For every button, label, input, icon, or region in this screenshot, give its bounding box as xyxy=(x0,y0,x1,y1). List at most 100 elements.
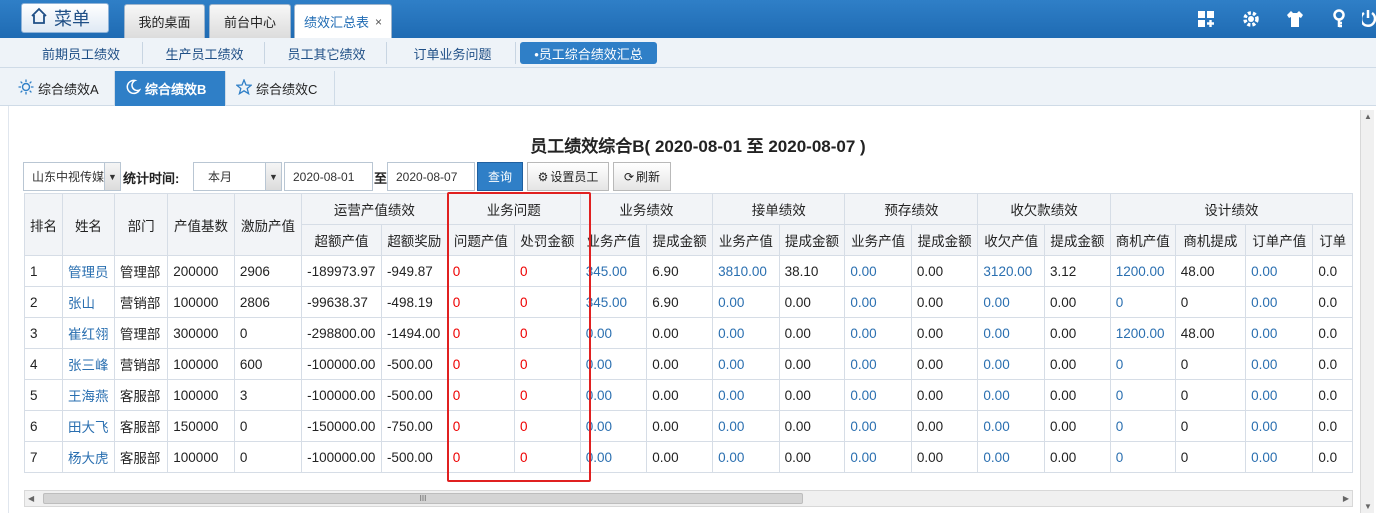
col-header[interactable]: 提成金额 xyxy=(1043,224,1111,256)
table-cell[interactable]: 0 xyxy=(1109,379,1176,411)
tab-comprehensive-b[interactable]: 综合绩效B xyxy=(115,71,226,106)
col-header[interactable]: 商机产值 xyxy=(1109,224,1176,256)
table-cell: 0.00 xyxy=(910,410,979,442)
table-cell[interactable]: 0.00 xyxy=(977,317,1045,349)
table-cell[interactable]: 0 xyxy=(1109,286,1176,318)
table-cell[interactable]: 0.00 xyxy=(1245,286,1314,318)
col-header[interactable]: 超额产值 xyxy=(301,224,382,256)
col-header[interactable]: 商机提成 xyxy=(1174,224,1247,256)
table-cell: 0.00 xyxy=(910,286,979,318)
table-cell[interactable]: 0.00 xyxy=(844,348,912,380)
horizontal-scrollbar[interactable]: ◀ III ▶ xyxy=(24,490,1353,507)
scroll-right-icon[interactable]: ▶ xyxy=(1343,494,1349,503)
table-row[interactable]: 7 杨大虎 客服部 100000 0 -100000.00 -500.00 0 0 0.00 0.0… xyxy=(24,441,1353,473)
col-header[interactable]: 收欠产值 xyxy=(977,224,1045,256)
col-header[interactable]: 部门 xyxy=(113,193,169,256)
table-cell: -298800.00 xyxy=(301,317,382,349)
table-cell: 0.00 xyxy=(1043,410,1111,442)
subnav-item-order-issues[interactable]: 订单业务问题 xyxy=(390,42,516,64)
table-cell[interactable]: 0.00 xyxy=(844,255,912,287)
gear-icon[interactable] xyxy=(1240,8,1262,30)
menu-button[interactable]: 菜单 xyxy=(21,3,109,33)
table-row[interactable]: 4 张三峰 营销部 100000 600 -100000.00 -500.00 0 0 0.00 0… xyxy=(24,348,1353,380)
table-cell[interactable]: 0.00 xyxy=(977,379,1045,411)
tab-comprehensive-c[interactable]: 综合绩效C xyxy=(226,71,335,106)
table-cell[interactable]: 1200.00 xyxy=(1109,317,1176,349)
subnav-item-other-staff[interactable]: 员工其它绩效 xyxy=(267,42,387,64)
scroll-down-icon[interactable]: ▼ xyxy=(1364,502,1372,511)
table-cell[interactable]: 0.00 xyxy=(712,379,780,411)
col-header[interactable]: 提成金额 xyxy=(778,224,846,256)
table-cell[interactable]: 0.00 xyxy=(1245,317,1314,349)
employee-name-link[interactable]: 张三峰 xyxy=(62,348,115,380)
tab-front-center[interactable]: 前台中心 xyxy=(209,4,291,38)
col-header[interactable]: 业务产值 xyxy=(844,224,912,256)
table-row[interactable]: 1 管理员 管理部 200000 2906 -189973.97 -949.87 0 0 345.… xyxy=(24,255,1353,287)
table-cell: 200000 xyxy=(167,255,235,287)
table-cell[interactable]: 0.00 xyxy=(1245,348,1314,380)
table-cell[interactable]: 0.00 xyxy=(712,286,780,318)
table-cell: -1494.00 xyxy=(380,317,448,349)
table-cell[interactable]: 0.00 xyxy=(844,317,912,349)
tab-performance-summary[interactable]: 绩效汇总表 × xyxy=(294,4,392,38)
power-icon[interactable] xyxy=(1362,8,1376,30)
key-icon[interactable] xyxy=(1328,8,1350,30)
col-header[interactable]: 排名 xyxy=(24,193,63,256)
employee-name-link[interactable]: 张山 xyxy=(62,286,115,318)
table-cell[interactable]: 0.00 xyxy=(1245,410,1314,442)
tab-my-desktop[interactable]: 我的桌面 xyxy=(124,4,205,38)
col-header[interactable]: 提成金额 xyxy=(910,224,979,256)
table-row[interactable]: 3 崔红翎 管理部 300000 0 -298800.00 -1494.00 0 0 0.00 0.… xyxy=(24,317,1353,349)
table-cell[interactable]: 0.00 xyxy=(712,317,780,349)
table-row[interactable]: 2 张山 营销部 100000 2806 -99638.37 -498.19 0 0 345.00… xyxy=(24,286,1353,318)
subnav-item-production-staff[interactable]: 生产员工绩效 xyxy=(145,42,265,64)
close-icon[interactable]: × xyxy=(375,15,382,29)
col-header[interactable]: 激励产值 xyxy=(233,193,303,256)
table-cell[interactable]: 0.00 xyxy=(844,441,912,473)
table-cell[interactable]: 0 xyxy=(1109,410,1176,442)
table-cell[interactable]: 0.00 xyxy=(712,441,780,473)
employee-name-link[interactable]: 管理员 xyxy=(62,255,115,287)
table-cell[interactable]: 0.00 xyxy=(1245,255,1314,287)
table-cell[interactable]: 0 xyxy=(1109,348,1176,380)
table-cell[interactable]: 0.00 xyxy=(1245,441,1314,473)
table-cell[interactable]: 0.00 xyxy=(844,286,912,318)
col-header[interactable]: 提成金额 xyxy=(646,224,714,256)
table-cell[interactable]: 0.00 xyxy=(977,286,1045,318)
scrollbar-thumb[interactable]: III xyxy=(43,493,803,504)
col-header[interactable]: 超额奖励 xyxy=(380,224,448,256)
col-header[interactable]: 订单 xyxy=(1312,224,1353,256)
scroll-up-icon[interactable]: ▲ xyxy=(1364,112,1372,121)
employee-name-link[interactable]: 崔红翎 xyxy=(62,317,115,349)
tab-comprehensive-a[interactable]: 综合绩效A xyxy=(8,71,115,106)
table-row[interactable]: 6 田大飞 客服部 150000 0 -150000.00 -750.00 0 0 0.00 0.0… xyxy=(24,410,1353,442)
table-cell[interactable]: 0.00 xyxy=(1245,379,1314,411)
table-cell[interactable]: 0.00 xyxy=(844,410,912,442)
table-cell[interactable]: 0.00 xyxy=(977,348,1045,380)
employee-name-link[interactable]: 田大飞 xyxy=(62,410,115,442)
table-cell: 0 xyxy=(1174,379,1247,411)
col-header[interactable]: 订单产值 xyxy=(1245,224,1314,256)
subnav-item-early-staff[interactable]: 前期员工绩效 xyxy=(20,42,143,64)
table-cell[interactable]: 0.00 xyxy=(712,348,780,380)
table-cell[interactable]: 0.00 xyxy=(712,410,780,442)
table-cell[interactable]: 0.00 xyxy=(977,441,1045,473)
table-row[interactable]: 5 王海燕 客服部 100000 3 -100000.00 -500.00 0 0 0.00 0.0… xyxy=(24,379,1353,411)
shirt-icon[interactable] xyxy=(1284,8,1306,30)
col-header[interactable]: 产值基数 xyxy=(167,193,235,256)
table-cell: 5 xyxy=(24,379,63,411)
table-cell[interactable]: 1200.00 xyxy=(1109,255,1176,287)
vertical-scrollbar[interactable]: ▲ ▼ xyxy=(1360,110,1374,513)
scroll-left-icon[interactable]: ◀ xyxy=(28,494,34,503)
employee-name-link[interactable]: 杨大虎 xyxy=(62,441,115,473)
col-header[interactable]: 业务产值 xyxy=(712,224,780,256)
subnav-item-comprehensive-summary[interactable]: •员工综合绩效汇总 xyxy=(520,42,657,64)
table-cell[interactable]: 0 xyxy=(1109,441,1176,473)
employee-name-link[interactable]: 王海燕 xyxy=(62,379,115,411)
table-cell[interactable]: 0.00 xyxy=(844,379,912,411)
table-cell[interactable]: 0.00 xyxy=(977,410,1045,442)
grid-add-icon[interactable] xyxy=(1195,8,1217,30)
table-cell[interactable]: 3120.00 xyxy=(977,255,1045,287)
col-header[interactable]: 姓名 xyxy=(62,193,115,256)
table-cell[interactable]: 3810.00 xyxy=(712,255,780,287)
